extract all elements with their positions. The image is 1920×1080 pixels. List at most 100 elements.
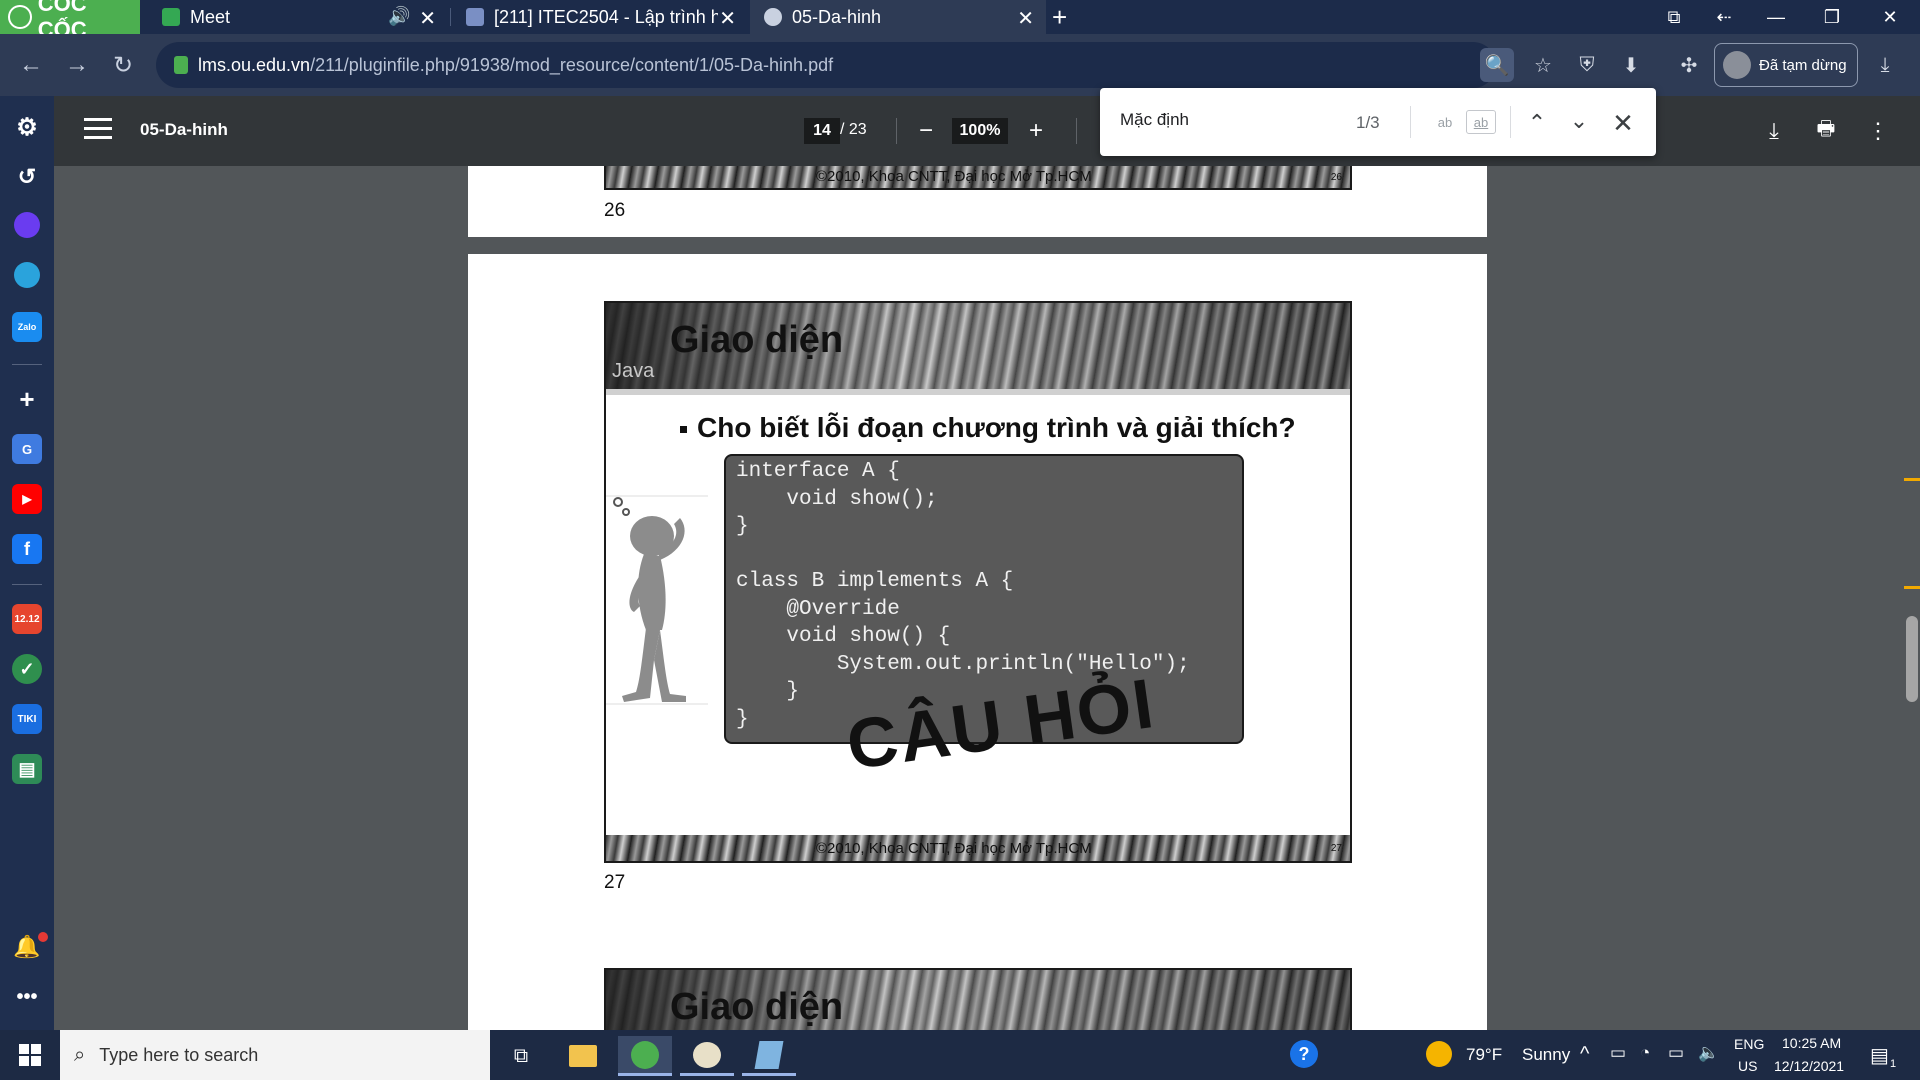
tab-search-icon[interactable]: ⧉ — [1646, 0, 1702, 34]
back-history-icon[interactable]: ⇠ — [1696, 0, 1752, 34]
forward-button[interactable]: → — [60, 48, 94, 82]
coccoc-taskbar-icon[interactable] — [618, 1036, 672, 1076]
code-line: } — [736, 708, 749, 731]
history-icon[interactable]: ↺ — [12, 162, 42, 192]
secure-lock-icon — [174, 56, 188, 74]
close-icon[interactable]: ✕ — [719, 6, 736, 31]
whole-word-option[interactable]: ab — [1466, 110, 1496, 134]
code-line: class B implements A { — [736, 570, 1014, 593]
start-button[interactable] — [0, 1030, 60, 1080]
tab-meet[interactable]: Meet 🔊 ✕ — [148, 0, 448, 34]
help-icon[interactable]: ? — [1290, 1040, 1318, 1068]
zalo-icon[interactable]: Zalo — [12, 312, 42, 342]
messenger-icon[interactable] — [14, 212, 40, 238]
page-number-label: 26 — [604, 200, 626, 221]
more-vert-icon[interactable]: ⋮ — [1862, 115, 1894, 147]
extensions-icon[interactable]: ✣ — [1672, 48, 1706, 82]
pdf-title: 05-Da-hinh — [140, 120, 228, 139]
tiki-icon[interactable]: TIKI — [12, 704, 42, 734]
profile-button[interactable]: Đã tạm dừng — [1714, 43, 1858, 87]
sidebar: ⚙ ↺ Zalo + G ▶ f 12.12 ✓ TIKI ▤ 🔔 ••• — [0, 96, 54, 1030]
find-input[interactable] — [1120, 110, 1340, 130]
browser-brand-logo[interactable]: CỐC CỐC — [0, 0, 140, 42]
file-explorer-icon[interactable] — [556, 1036, 610, 1076]
close-find-button[interactable]: ✕ — [1606, 106, 1640, 140]
show-hidden-icons-chevron[interactable]: ^ — [1580, 1043, 1589, 1066]
code-line: @Override — [736, 598, 900, 621]
youtube-icon[interactable]: ▶ — [12, 484, 42, 514]
next-match-button[interactable]: ⌄ — [1562, 104, 1596, 138]
settings-gear-icon[interactable]: ⚙ — [12, 112, 42, 142]
notification-count: 1 — [1890, 1058, 1897, 1070]
page-total: / 23 — [840, 121, 867, 138]
tab-05-da-hinh[interactable]: 05-Da-hinh ✕ — [750, 0, 1046, 34]
next-slide-title: Giao diện — [670, 986, 844, 1028]
sidebar-divider — [12, 584, 42, 585]
action-center-icon[interactable]: ▤ — [1870, 1043, 1889, 1068]
telegram-icon[interactable] — [14, 262, 40, 288]
zoom-in-button[interactable]: + — [1020, 115, 1052, 147]
input-language[interactable]: ENG — [1734, 1036, 1764, 1052]
scroll-thumb[interactable] — [1906, 616, 1918, 702]
tab-label: [211] ITEC2504 - Lập trình hu — [494, 6, 718, 27]
previous-match-button[interactable]: ⌃ — [1520, 106, 1554, 140]
battery-icon[interactable]: ▭ — [1668, 1043, 1684, 1063]
notes-icon[interactable]: ▤ — [12, 754, 42, 784]
coccoc-rewards-icon[interactable]: ✓ — [12, 654, 42, 684]
input-region[interactable]: US — [1738, 1058, 1757, 1074]
wifi-icon[interactable]: ◔ — [1640, 1043, 1650, 1063]
taskbar-search[interactable]: ⌕ Type here to search — [60, 1030, 490, 1080]
bullet-text: Cho biết lỗi đoạn chương trình và giải t… — [697, 412, 1296, 443]
zoom-out-button[interactable]: − — [910, 115, 942, 147]
clock-time[interactable]: 10:25 AM — [1782, 1035, 1841, 1051]
print-icon[interactable]: 🖶 — [1810, 115, 1842, 147]
sun-weather-icon[interactable] — [1426, 1041, 1452, 1067]
meet-now-icon[interactable]: ▭ — [1610, 1043, 1626, 1063]
tab-itec2504[interactable]: [211] ITEC2504 - Lập trình hu ✕ — [452, 0, 748, 34]
minimize-button[interactable]: — — [1748, 0, 1804, 34]
shield-icon[interactable]: ⛨ — [1570, 48, 1604, 82]
back-button[interactable]: ← — [14, 48, 48, 82]
slide-footer-text: ©2010, Khoa CNTT, Đại học Mở Tp.HCM — [816, 840, 1092, 857]
save-page-icon[interactable]: ⬇ — [1614, 48, 1648, 82]
page-number-label: 27 — [604, 872, 626, 893]
pdf-scrollbar[interactable] — [1904, 166, 1920, 1030]
facebook-icon[interactable]: f — [12, 534, 42, 564]
task-view-icon[interactable]: ⧉ — [494, 1036, 548, 1076]
sidebar-divider — [12, 364, 42, 365]
reload-button[interactable]: ↻ — [106, 48, 140, 82]
more-options-icon[interactable]: ••• — [12, 982, 42, 1012]
page-number-input[interactable]: 14 — [804, 118, 840, 144]
window-close-button[interactable]: ✕ — [1862, 0, 1918, 34]
tab-label: Meet — [190, 6, 231, 27]
match-case-option[interactable]: ab — [1430, 110, 1460, 134]
weather-temp[interactable]: 79°F — [1466, 1045, 1502, 1065]
shopee-icon[interactable]: 12.12 — [12, 604, 42, 634]
close-icon[interactable]: ✕ — [419, 6, 436, 31]
avatar — [1723, 51, 1751, 79]
clock-date[interactable]: 12/12/2021 — [1774, 1058, 1844, 1074]
weather-text[interactable]: Sunny — [1522, 1045, 1570, 1065]
add-icon[interactable]: + — [12, 384, 42, 414]
zoom-input[interactable]: 100% — [952, 118, 1008, 144]
close-icon[interactable]: ✕ — [1017, 6, 1034, 31]
volume-icon[interactable]: 🔈 — [1698, 1043, 1719, 1063]
prev-slide-footer: ©2010, Khoa CNTT, Đại học Mở Tp.HCM 26 — [604, 166, 1352, 190]
google-translate-icon[interactable]: G — [12, 434, 42, 464]
paint-taskbar-icon[interactable] — [680, 1036, 734, 1076]
downloads-icon[interactable]: ⤓ — [1868, 48, 1902, 82]
find-match-count: 1/3 — [1356, 113, 1380, 132]
address-bar[interactable]: lms.ou.edu.vn/211/pluginfile.php/91938/m… — [156, 42, 1496, 88]
url-host: lms.ou.edu.vn — [198, 54, 311, 75]
new-tab-button[interactable]: + — [1052, 2, 1067, 33]
tab-label: 05-Da-hinh — [792, 6, 882, 27]
speaker-icon[interactable]: 🔊 — [388, 6, 410, 27]
toolbar-divider — [896, 118, 897, 144]
notepad-taskbar-icon[interactable] — [742, 1036, 796, 1076]
pdf-menu-icon[interactable] — [84, 118, 112, 142]
download-icon[interactable]: ⤓ — [1758, 115, 1790, 147]
find-in-page-icon[interactable]: 🔍 — [1480, 48, 1514, 82]
restore-button[interactable]: ❐ — [1804, 0, 1860, 34]
bookmark-star-icon[interactable]: ☆ — [1526, 48, 1560, 82]
bullet-square-icon — [680, 426, 687, 434]
